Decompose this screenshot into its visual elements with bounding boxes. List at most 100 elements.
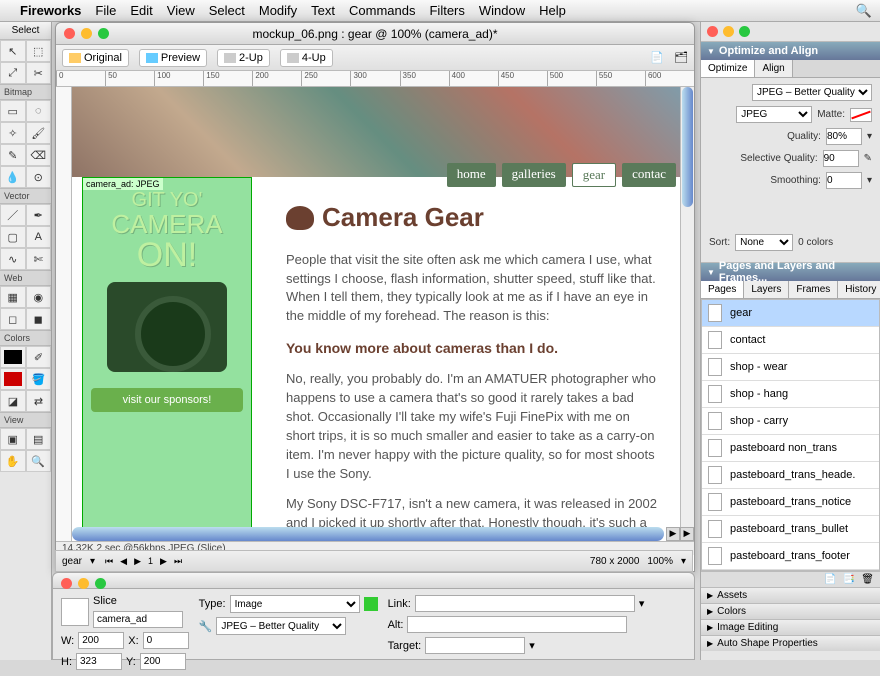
page-row[interactable]: contact <box>702 327 879 354</box>
slice-color-swatch[interactable] <box>364 597 378 611</box>
page-row[interactable]: pasteboard_trans_notice <box>702 489 879 516</box>
tab-frames[interactable]: Frames <box>789 281 838 298</box>
show-slices-tool[interactable]: ◼ <box>26 308 52 330</box>
app-menu[interactable]: Fireworks <box>20 3 81 18</box>
hand-tool[interactable]: ✋ <box>0 450 26 472</box>
view-2up-button[interactable]: 2-Up <box>217 49 270 67</box>
subselect-tool[interactable]: ⬚ <box>26 40 52 62</box>
eyedropper-tool[interactable]: ✐ <box>26 346 51 368</box>
slice-name-input[interactable] <box>93 611 183 628</box>
freeform-tool[interactable]: ∿ <box>0 248 26 270</box>
pencil-tool[interactable]: ✎ <box>0 144 26 166</box>
hscroll-right-icon[interactable]: ▶ <box>666 527 680 541</box>
hscroll-right2-icon[interactable]: ▶ <box>680 527 694 541</box>
props-close-icon[interactable] <box>61 578 72 589</box>
wand-tool[interactable]: ✧ <box>0 122 26 144</box>
quality-stepper-icon[interactable]: ▾ <box>867 131 872 142</box>
frame-last-icon[interactable]: ⏭ <box>172 556 184 567</box>
hide-slices-tool[interactable]: ◻ <box>0 308 26 330</box>
pages-panel-header[interactable]: ▼Pages and Layers and Frames... <box>701 263 880 281</box>
menu-filters[interactable]: Filters <box>429 3 464 18</box>
autoshape-panel-collapsed[interactable]: ▶Auto Shape Properties <box>701 635 880 651</box>
eraser-tool[interactable]: ⌫ <box>26 144 52 166</box>
stamp-tool[interactable]: ⊙ <box>26 166 52 188</box>
export-preset-select[interactable]: JPEG – Better Quality <box>216 617 346 635</box>
minimize-icon[interactable] <box>81 28 92 39</box>
stroke-color[interactable] <box>0 346 26 368</box>
export-icon-small[interactable]: 🔧 <box>199 620 213 633</box>
link-input[interactable] <box>415 595 635 612</box>
horizontal-ruler[interactable]: 050100150200250300350400450500550600 <box>56 71 694 87</box>
marquee-tool[interactable]: ▭ <box>0 100 26 122</box>
zoom-level[interactable]: 100% <box>647 556 673 567</box>
dock-minimize-icon[interactable] <box>723 26 734 37</box>
text-tool[interactable]: A <box>26 226 52 248</box>
document-titlebar[interactable]: mockup_06.png : gear @ 100% (camera_ad)* <box>56 23 694 45</box>
tab-history[interactable]: History <box>838 281 880 298</box>
menu-file[interactable]: File <box>95 3 116 18</box>
close-icon[interactable] <box>64 28 75 39</box>
page-row[interactable]: pasteboard_trans_bullet <box>702 516 879 543</box>
zoom-tool[interactable]: 🔍 <box>26 450 52 472</box>
screen-mode-1[interactable]: ▣ <box>0 428 26 450</box>
x-input[interactable] <box>143 632 189 649</box>
brush-tool[interactable]: 🖌 <box>26 122 52 144</box>
sort-select[interactable]: None <box>735 234 793 251</box>
menu-select[interactable]: Select <box>209 3 245 18</box>
optimize-panel-header[interactable]: ▼Optimize and Align <box>701 42 880 60</box>
page-row[interactable]: shop - wear <box>702 354 879 381</box>
line-tool[interactable]: ／ <box>0 204 26 226</box>
pages-list[interactable]: gear contact shop - wear shop - hang sho… <box>701 299 880 571</box>
current-page-name[interactable]: gear <box>62 556 82 567</box>
tab-pages[interactable]: Pages <box>701 281 744 298</box>
view-original-button[interactable]: Original <box>62 49 129 67</box>
props-zoom-icon[interactable] <box>95 578 106 589</box>
slice-tool[interactable]: ▦ <box>0 286 26 308</box>
tab-layers[interactable]: Layers <box>744 281 789 298</box>
frame-first-icon[interactable]: ⏮ <box>103 556 115 567</box>
format-select[interactable]: JPEG <box>736 106 812 123</box>
zoom-dropdown-icon[interactable]: ▾ <box>681 556 686 567</box>
colors-panel-collapsed[interactable]: ▶Colors <box>701 603 880 619</box>
pen-tool[interactable]: ✒ <box>26 204 52 226</box>
dock-zoom-icon[interactable] <box>739 26 750 37</box>
pointer-tool[interactable]: ↖ <box>0 40 26 62</box>
frame-prev-icon[interactable]: ◀ <box>118 556 129 567</box>
page-row[interactable]: pasteboard non_trans <box>702 435 879 462</box>
screen-mode-2[interactable]: ▤ <box>26 428 52 450</box>
selq-edit-icon[interactable]: ✎ <box>864 153 872 164</box>
target-dropdown-icon[interactable]: ▾ <box>529 639 535 652</box>
page-row[interactable]: shop - carry <box>702 408 879 435</box>
height-input[interactable] <box>76 653 122 670</box>
vscroll-thumb[interactable] <box>682 87 693 207</box>
rect-tool[interactable]: ▢ <box>0 226 26 248</box>
disclosure-icon[interactable]: ▼ <box>707 268 715 277</box>
frame-play-icon[interactable]: ▶ <box>132 556 143 567</box>
page-dropdown-icon[interactable]: ▾ <box>90 556 95 567</box>
menu-commands[interactable]: Commands <box>349 3 415 18</box>
tab-optimize[interactable]: Optimize <box>701 60 755 77</box>
nav-contact[interactable]: contac <box>622 163 676 187</box>
delete-page-icon[interactable]: 🗑 <box>861 574 874 585</box>
page-row[interactable]: pasteboard_trans_footer <box>702 543 879 570</box>
new-page-icon[interactable]: 📄 <box>824 574 836 585</box>
lasso-tool[interactable]: ◌ <box>26 100 52 122</box>
knife-tool[interactable]: ✄ <box>26 248 52 270</box>
link-dropdown-icon[interactable]: ▾ <box>639 597 645 610</box>
optimize-preset-select[interactable]: JPEG – Better Quality <box>752 84 872 101</box>
crop-tool[interactable]: ✂ <box>26 62 52 84</box>
menu-edit[interactable]: Edit <box>130 3 152 18</box>
props-minimize-icon[interactable] <box>78 578 89 589</box>
blur-tool[interactable]: 💧 <box>0 166 26 188</box>
canvas[interactable]: home galleries gear contac camera_ad: JP… <box>72 87 680 527</box>
spotlight-icon[interactable]: 🔍 <box>856 3 872 19</box>
menu-modify[interactable]: Modify <box>259 3 297 18</box>
default-colors[interactable]: ◪ <box>0 390 26 412</box>
nav-galleries[interactable]: galleries <box>502 163 566 187</box>
bucket-tool[interactable]: 🪣 <box>26 368 51 390</box>
view-4up-button[interactable]: 4-Up <box>280 49 333 67</box>
assets-panel-collapsed[interactable]: ▶Assets <box>701 587 880 603</box>
page-row[interactable]: shop - hang <box>702 381 879 408</box>
zoom-icon[interactable] <box>98 28 109 39</box>
selective-quality-input[interactable] <box>823 150 859 167</box>
